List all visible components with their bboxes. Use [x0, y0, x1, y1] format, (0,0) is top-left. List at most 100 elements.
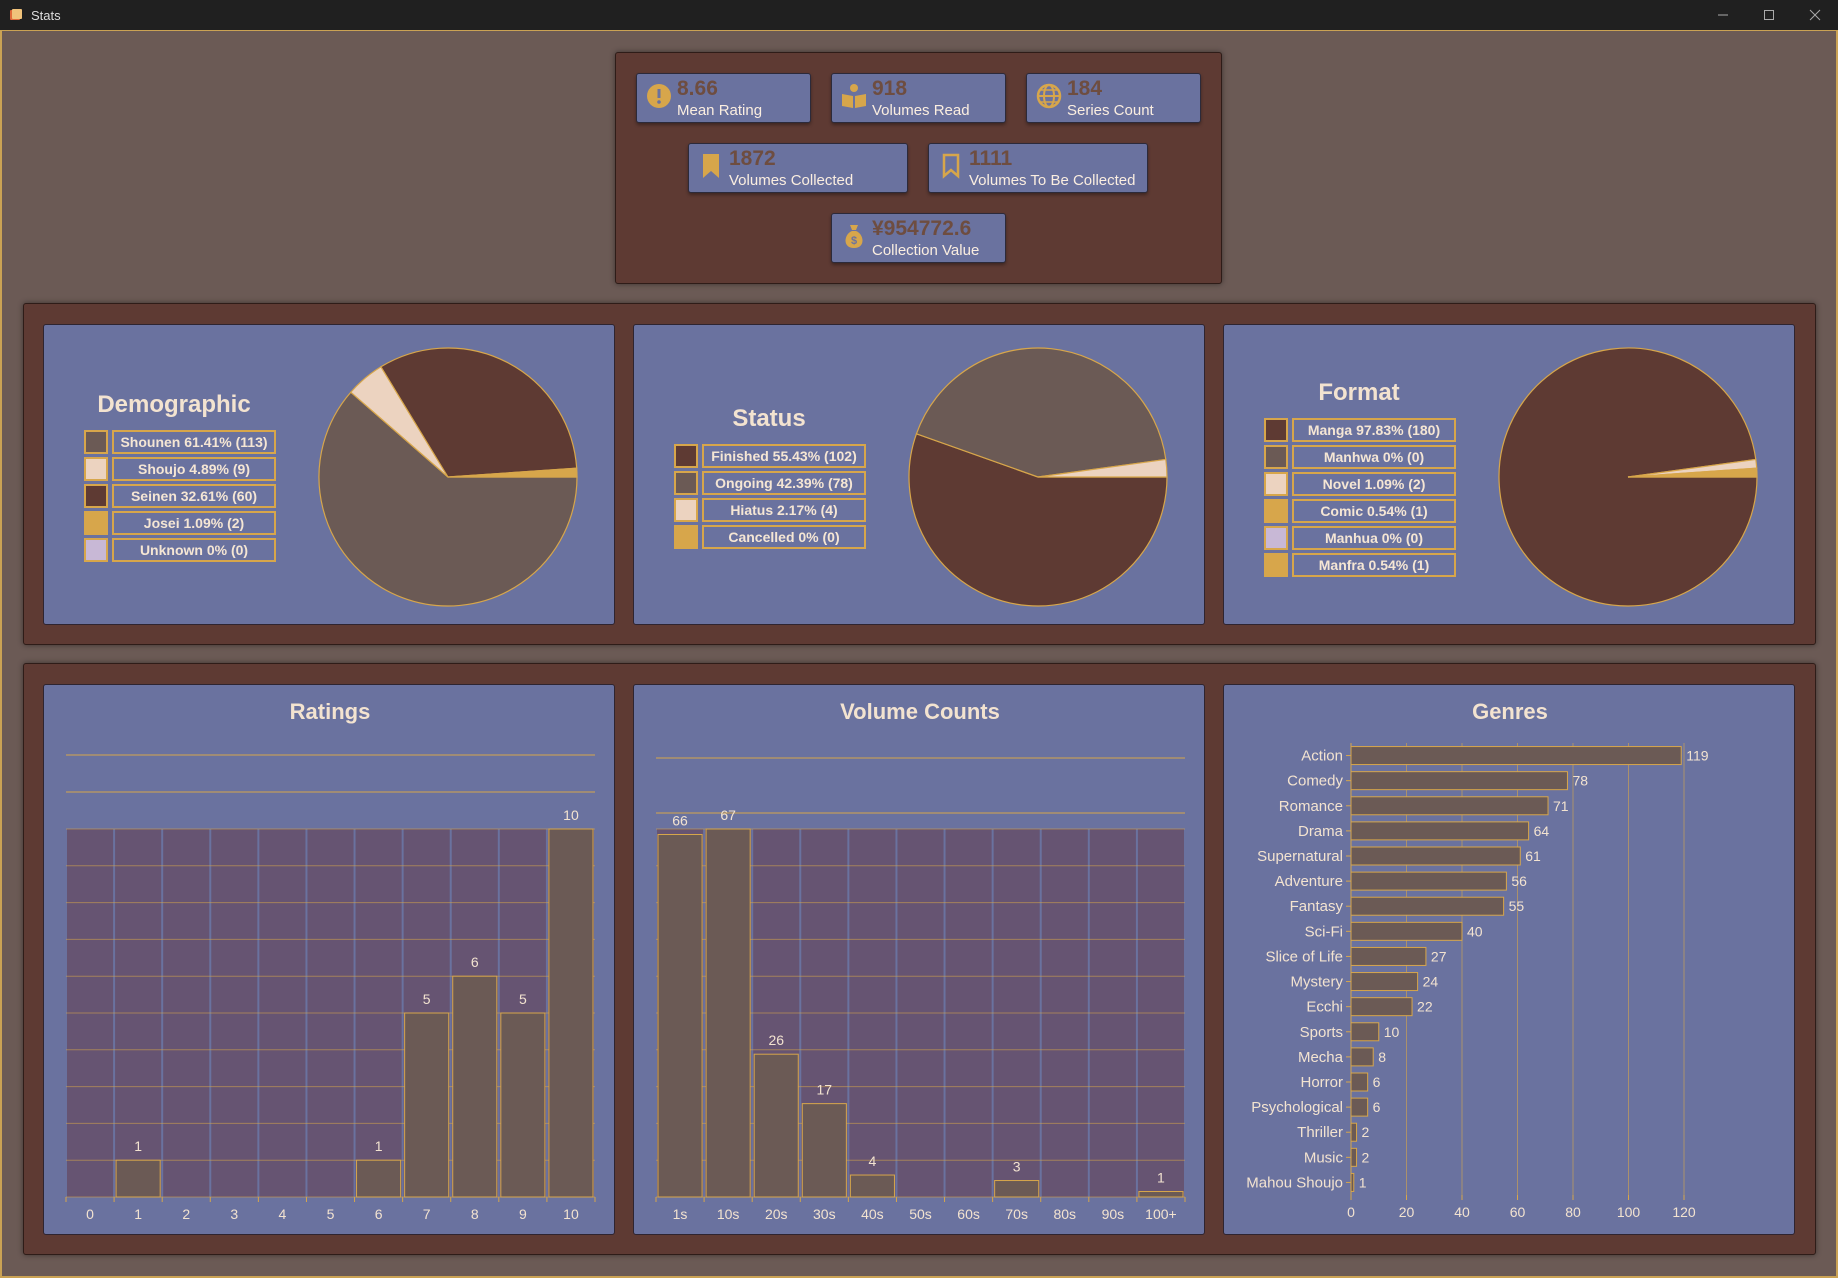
bar-value-label: 61: [1525, 848, 1541, 864]
y-tick-label: Romance: [1279, 798, 1343, 815]
bar: [1350, 871, 1507, 891]
y-tick-label: Action: [1301, 748, 1343, 765]
legend-swatch: [1264, 445, 1288, 469]
legend-label: Josei 1.09% (2): [112, 511, 276, 535]
series-count-value: 184: [1067, 77, 1103, 100]
bar: [994, 1180, 1040, 1198]
bar: [1350, 921, 1463, 941]
bar: [1350, 1147, 1358, 1167]
ratings-card: Ratings 0 1 1 2 3 4 5 1 6 5 7 6 8 5 9 10 10: [43, 684, 615, 1235]
open-book-icon: [842, 84, 866, 108]
bar-value-label: 55: [1509, 898, 1525, 914]
x-tick-label: 8: [471, 1206, 479, 1222]
bar-value-label: 6: [1373, 1074, 1381, 1090]
close-button[interactable]: [1792, 0, 1838, 30]
x-tick-label: 40s: [861, 1206, 884, 1222]
bar-value-label: 66: [672, 812, 688, 828]
bar-value-label: 56: [1511, 873, 1527, 889]
genres-bar-chart: Genres 0 20 40 60 80 100 120 Action 119 Comedy 78 Ro…: [1246, 699, 1709, 1220]
bar: [404, 1012, 450, 1198]
bar-value-label: 10: [563, 807, 579, 823]
status-card: Status Finished 55.43% (102) Ongoing 42.…: [633, 324, 1205, 625]
legend-label: Shounen 61.41% (113): [112, 430, 276, 454]
bar-value-label: 1: [1359, 1174, 1367, 1190]
legend-label: Manga 97.83% (180): [1292, 418, 1456, 442]
window-title: Stats: [31, 7, 61, 23]
bar-value-label: 26: [768, 1032, 784, 1048]
bar-value-label: 5: [519, 991, 527, 1007]
minimize-button[interactable]: [1700, 0, 1746, 30]
y-tick-label: Slice of Life: [1265, 948, 1343, 965]
bar: [1350, 1047, 1374, 1067]
x-tick-label: 0: [86, 1206, 94, 1222]
legend-swatch: [1264, 553, 1288, 577]
x-tick-label: 5: [327, 1206, 335, 1222]
bar: [1350, 771, 1568, 791]
title-bar: Stats: [0, 0, 1838, 30]
x-tick-label: 80: [1565, 1204, 1581, 1220]
bar: [452, 975, 498, 1198]
genres-card: Genres 0 20 40 60 80 100 120 Action 119 Comedy 78 Ro…: [1223, 684, 1795, 1235]
volumes-read-value: 918: [872, 77, 908, 100]
bookmark-filled-icon: [703, 154, 719, 178]
bar-value-label: 64: [1534, 823, 1550, 839]
x-tick-label: 120: [1672, 1204, 1696, 1220]
bar: [1350, 821, 1530, 841]
y-tick-label: Supernatural: [1257, 848, 1343, 865]
volumes-read-label: Volumes Read: [872, 102, 970, 119]
volume-counts-card: Volume Counts 66 1s 67 10s 26 20s 17 30s 4 40s 50s 6…: [633, 684, 1205, 1235]
bar: [115, 1159, 161, 1198]
bar-value-label: 27: [1431, 948, 1447, 964]
maximize-button[interactable]: [1746, 0, 1792, 30]
y-tick-label: Music: [1304, 1149, 1344, 1166]
bar-value-label: 2: [1362, 1149, 1370, 1165]
x-tick-label: 100: [1617, 1204, 1641, 1220]
x-tick-label: 10s: [717, 1206, 740, 1222]
volumes-to-collect-card: 1111 Volumes To Be Collected: [928, 143, 1148, 193]
legend-swatch: [674, 498, 698, 522]
legend-label: Manfra 0.54% (1): [1292, 553, 1456, 577]
x-tick-label: 90s: [1102, 1206, 1125, 1222]
bar-value-label: 4: [869, 1153, 877, 1169]
format-card: Format Manga 97.83% (180) Manhwa 0% (0) …: [1223, 324, 1795, 625]
chart-title: Ratings: [290, 699, 371, 724]
x-tick-label: 70s: [1005, 1206, 1028, 1222]
bar-value-label: 119: [1686, 748, 1709, 764]
volumes-read-card: 918 Volumes Read: [831, 73, 1006, 123]
bar: [1350, 846, 1521, 866]
x-tick-label: 1: [134, 1206, 142, 1222]
legend-label: Cancelled 0% (0): [702, 525, 866, 549]
bar: [500, 1012, 546, 1198]
bar-value-label: 1: [1157, 1170, 1165, 1186]
y-tick-label: Comedy: [1287, 773, 1343, 790]
mean-rating-label: Mean Rating: [677, 102, 763, 119]
bar: [1350, 1172, 1355, 1192]
close-icon: [1809, 9, 1821, 21]
bar: [705, 828, 751, 1198]
x-tick-label: 20: [1399, 1204, 1415, 1220]
bar: [801, 1103, 847, 1198]
bar: [657, 833, 703, 1198]
bar-value-label: 17: [817, 1082, 833, 1098]
legend-swatch: [1264, 526, 1288, 550]
bar: [356, 1159, 402, 1198]
volumes-to-collect-label: Volumes To Be Collected: [969, 172, 1136, 189]
legend-label: Finished 55.43% (102): [702, 444, 866, 468]
y-tick-label: Psychological: [1251, 1099, 1343, 1116]
legend-swatch: [674, 525, 698, 549]
mean-rating-value: 8.66: [677, 77, 718, 100]
legend-label: Comic 0.54% (1): [1292, 499, 1456, 523]
legend-swatch: [1264, 418, 1288, 442]
bar-value-label: 6: [471, 954, 479, 970]
bar-value-label: 40: [1467, 923, 1483, 939]
legend-swatch: [84, 538, 108, 562]
y-tick-label: Fantasy: [1290, 898, 1344, 915]
x-tick-label: 20s: [765, 1206, 788, 1222]
x-tick-label: 30s: [813, 1206, 836, 1222]
maximize-icon: [1764, 10, 1774, 20]
demographic-card: Demographic Shounen 61.41% (113) Shoujo …: [43, 324, 615, 625]
bar-value-label: 78: [1572, 773, 1588, 789]
exclamation-circle-icon: [647, 84, 671, 108]
mean-rating-card: 8.66 Mean Rating: [636, 73, 811, 123]
y-tick-label: Horror: [1300, 1074, 1343, 1091]
